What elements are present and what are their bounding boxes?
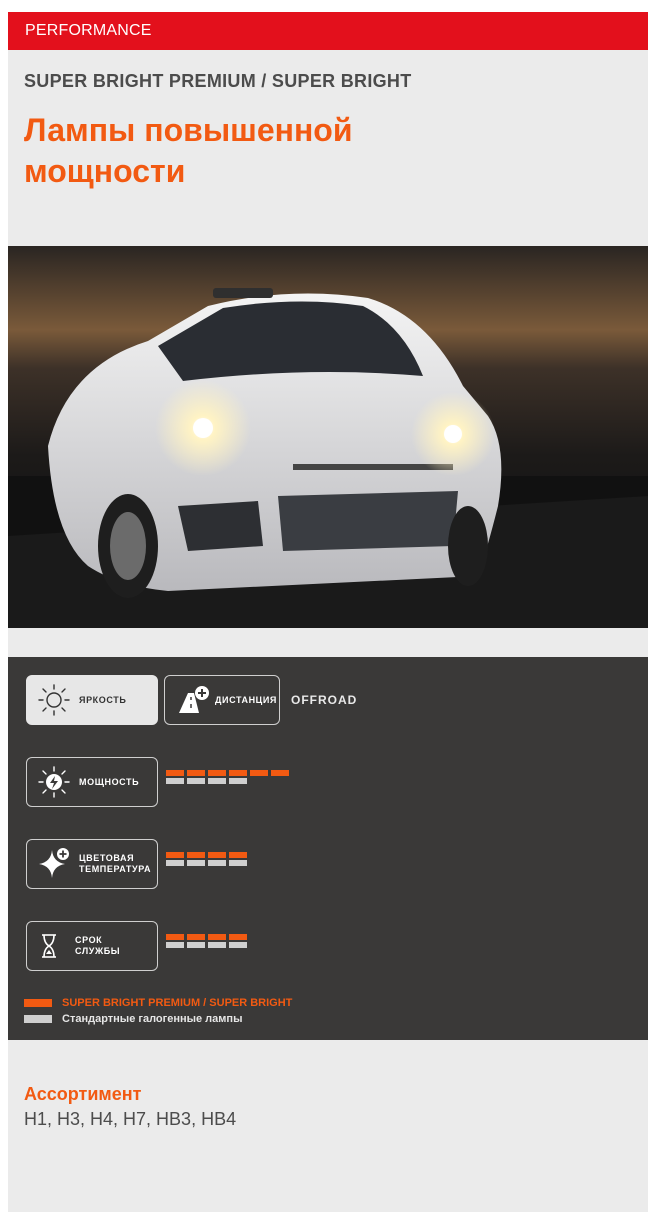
assortment-heading: Ассортимент bbox=[24, 1084, 142, 1104]
level-segment bbox=[187, 934, 205, 940]
assortment-values: H1, H3, H4, H7, HB3, HB4 bbox=[24, 1109, 237, 1129]
color-temp-standard-bar bbox=[166, 860, 247, 866]
power-standard-bar bbox=[166, 778, 289, 784]
level-segment bbox=[208, 860, 226, 866]
legend-product-swatch bbox=[24, 999, 52, 1007]
level-segment bbox=[187, 942, 205, 948]
color-temp-label-line1: ЦВЕТОВАЯ bbox=[79, 853, 135, 863]
level-segment bbox=[166, 778, 184, 784]
hero-image bbox=[8, 246, 648, 628]
power-product-bar bbox=[166, 770, 289, 776]
legend-standard-label: Стандартные галогенные лампы bbox=[62, 1013, 243, 1025]
power-bars bbox=[166, 770, 289, 786]
level-segment bbox=[166, 770, 184, 776]
page-title: Лампы повышенной мощности bbox=[24, 112, 353, 189]
level-segment bbox=[166, 934, 184, 940]
product-card: PERFORMANCE SUPER BRIGHT PREMIUM / SUPER… bbox=[8, 12, 648, 1212]
legend-product-label: SUPER BRIGHT PREMIUM / SUPER BRIGHT bbox=[62, 997, 293, 1009]
lifetime-bars bbox=[166, 934, 247, 950]
hourglass-icon bbox=[42, 934, 56, 958]
lifetime-chip: СРОК СЛУЖБЫ bbox=[26, 921, 158, 971]
level-segment bbox=[187, 860, 205, 866]
level-segment bbox=[229, 934, 247, 940]
product-subtitle: SUPER BRIGHT PREMIUM / SUPER BRIGHT bbox=[24, 71, 412, 91]
lifetime-label-line2: СЛУЖБЫ bbox=[75, 946, 121, 956]
level-segment bbox=[229, 778, 247, 784]
offroad-label: OFFROAD bbox=[291, 693, 358, 707]
color-temp-label-line2: ТЕМПЕРАТУРА bbox=[79, 864, 152, 874]
color-temp-label: ЦВЕТОВАЯ ТЕМПЕРАТУРА bbox=[79, 853, 151, 875]
level-segment bbox=[187, 852, 205, 858]
distance-chip: ДИСТАНЦИЯ bbox=[164, 675, 280, 725]
level-segment bbox=[208, 770, 226, 776]
color-temp-product-bar bbox=[166, 852, 247, 858]
brightness-label: ЯРКОСТЬ bbox=[79, 694, 127, 705]
feature-comparison-panel: ЯРКОСТЬ ДИСТАНЦИЯ OFFROAD МОЩНОСТЬ ЦВЕТО… bbox=[8, 657, 648, 1040]
level-segment bbox=[208, 934, 226, 940]
level-segment bbox=[250, 770, 268, 776]
lifetime-standard-bar bbox=[166, 942, 247, 948]
lifetime-product-bar bbox=[166, 934, 247, 940]
level-segment bbox=[229, 852, 247, 858]
color-temp-chip: ЦВЕТОВАЯ ТЕМПЕРАТУРА bbox=[26, 839, 158, 889]
level-segment bbox=[229, 770, 247, 776]
car-illustration bbox=[8, 246, 648, 628]
level-segment bbox=[166, 860, 184, 866]
level-segment bbox=[187, 770, 205, 776]
level-segment bbox=[166, 852, 184, 858]
power-label: МОЩНОСТЬ bbox=[79, 776, 140, 787]
lifetime-label-line1: СРОК bbox=[75, 935, 103, 945]
sun-bolt-icon bbox=[38, 766, 70, 798]
color-temp-bars bbox=[166, 852, 247, 868]
star-plus-icon bbox=[39, 848, 69, 878]
level-segment bbox=[208, 778, 226, 784]
legend-standard: Стандартные галогенные лампы bbox=[24, 1013, 242, 1025]
category-bar: PERFORMANCE bbox=[8, 12, 648, 50]
level-segment bbox=[229, 942, 247, 948]
road-plus-icon bbox=[179, 686, 209, 713]
level-segment bbox=[271, 770, 289, 776]
power-chip: МОЩНОСТЬ bbox=[26, 757, 158, 807]
level-segment bbox=[208, 852, 226, 858]
brightness-chip: ЯРКОСТЬ bbox=[26, 675, 158, 725]
lifetime-label: СРОК СЛУЖБЫ bbox=[75, 935, 120, 957]
sun-icon bbox=[38, 684, 70, 716]
legend-standard-swatch bbox=[24, 1015, 52, 1023]
level-segment bbox=[166, 942, 184, 948]
level-segment bbox=[187, 778, 205, 784]
level-segment bbox=[229, 860, 247, 866]
distance-label: ДИСТАНЦИЯ bbox=[215, 694, 277, 705]
legend-product: SUPER BRIGHT PREMIUM / SUPER BRIGHT bbox=[24, 997, 292, 1009]
level-segment bbox=[208, 942, 226, 948]
